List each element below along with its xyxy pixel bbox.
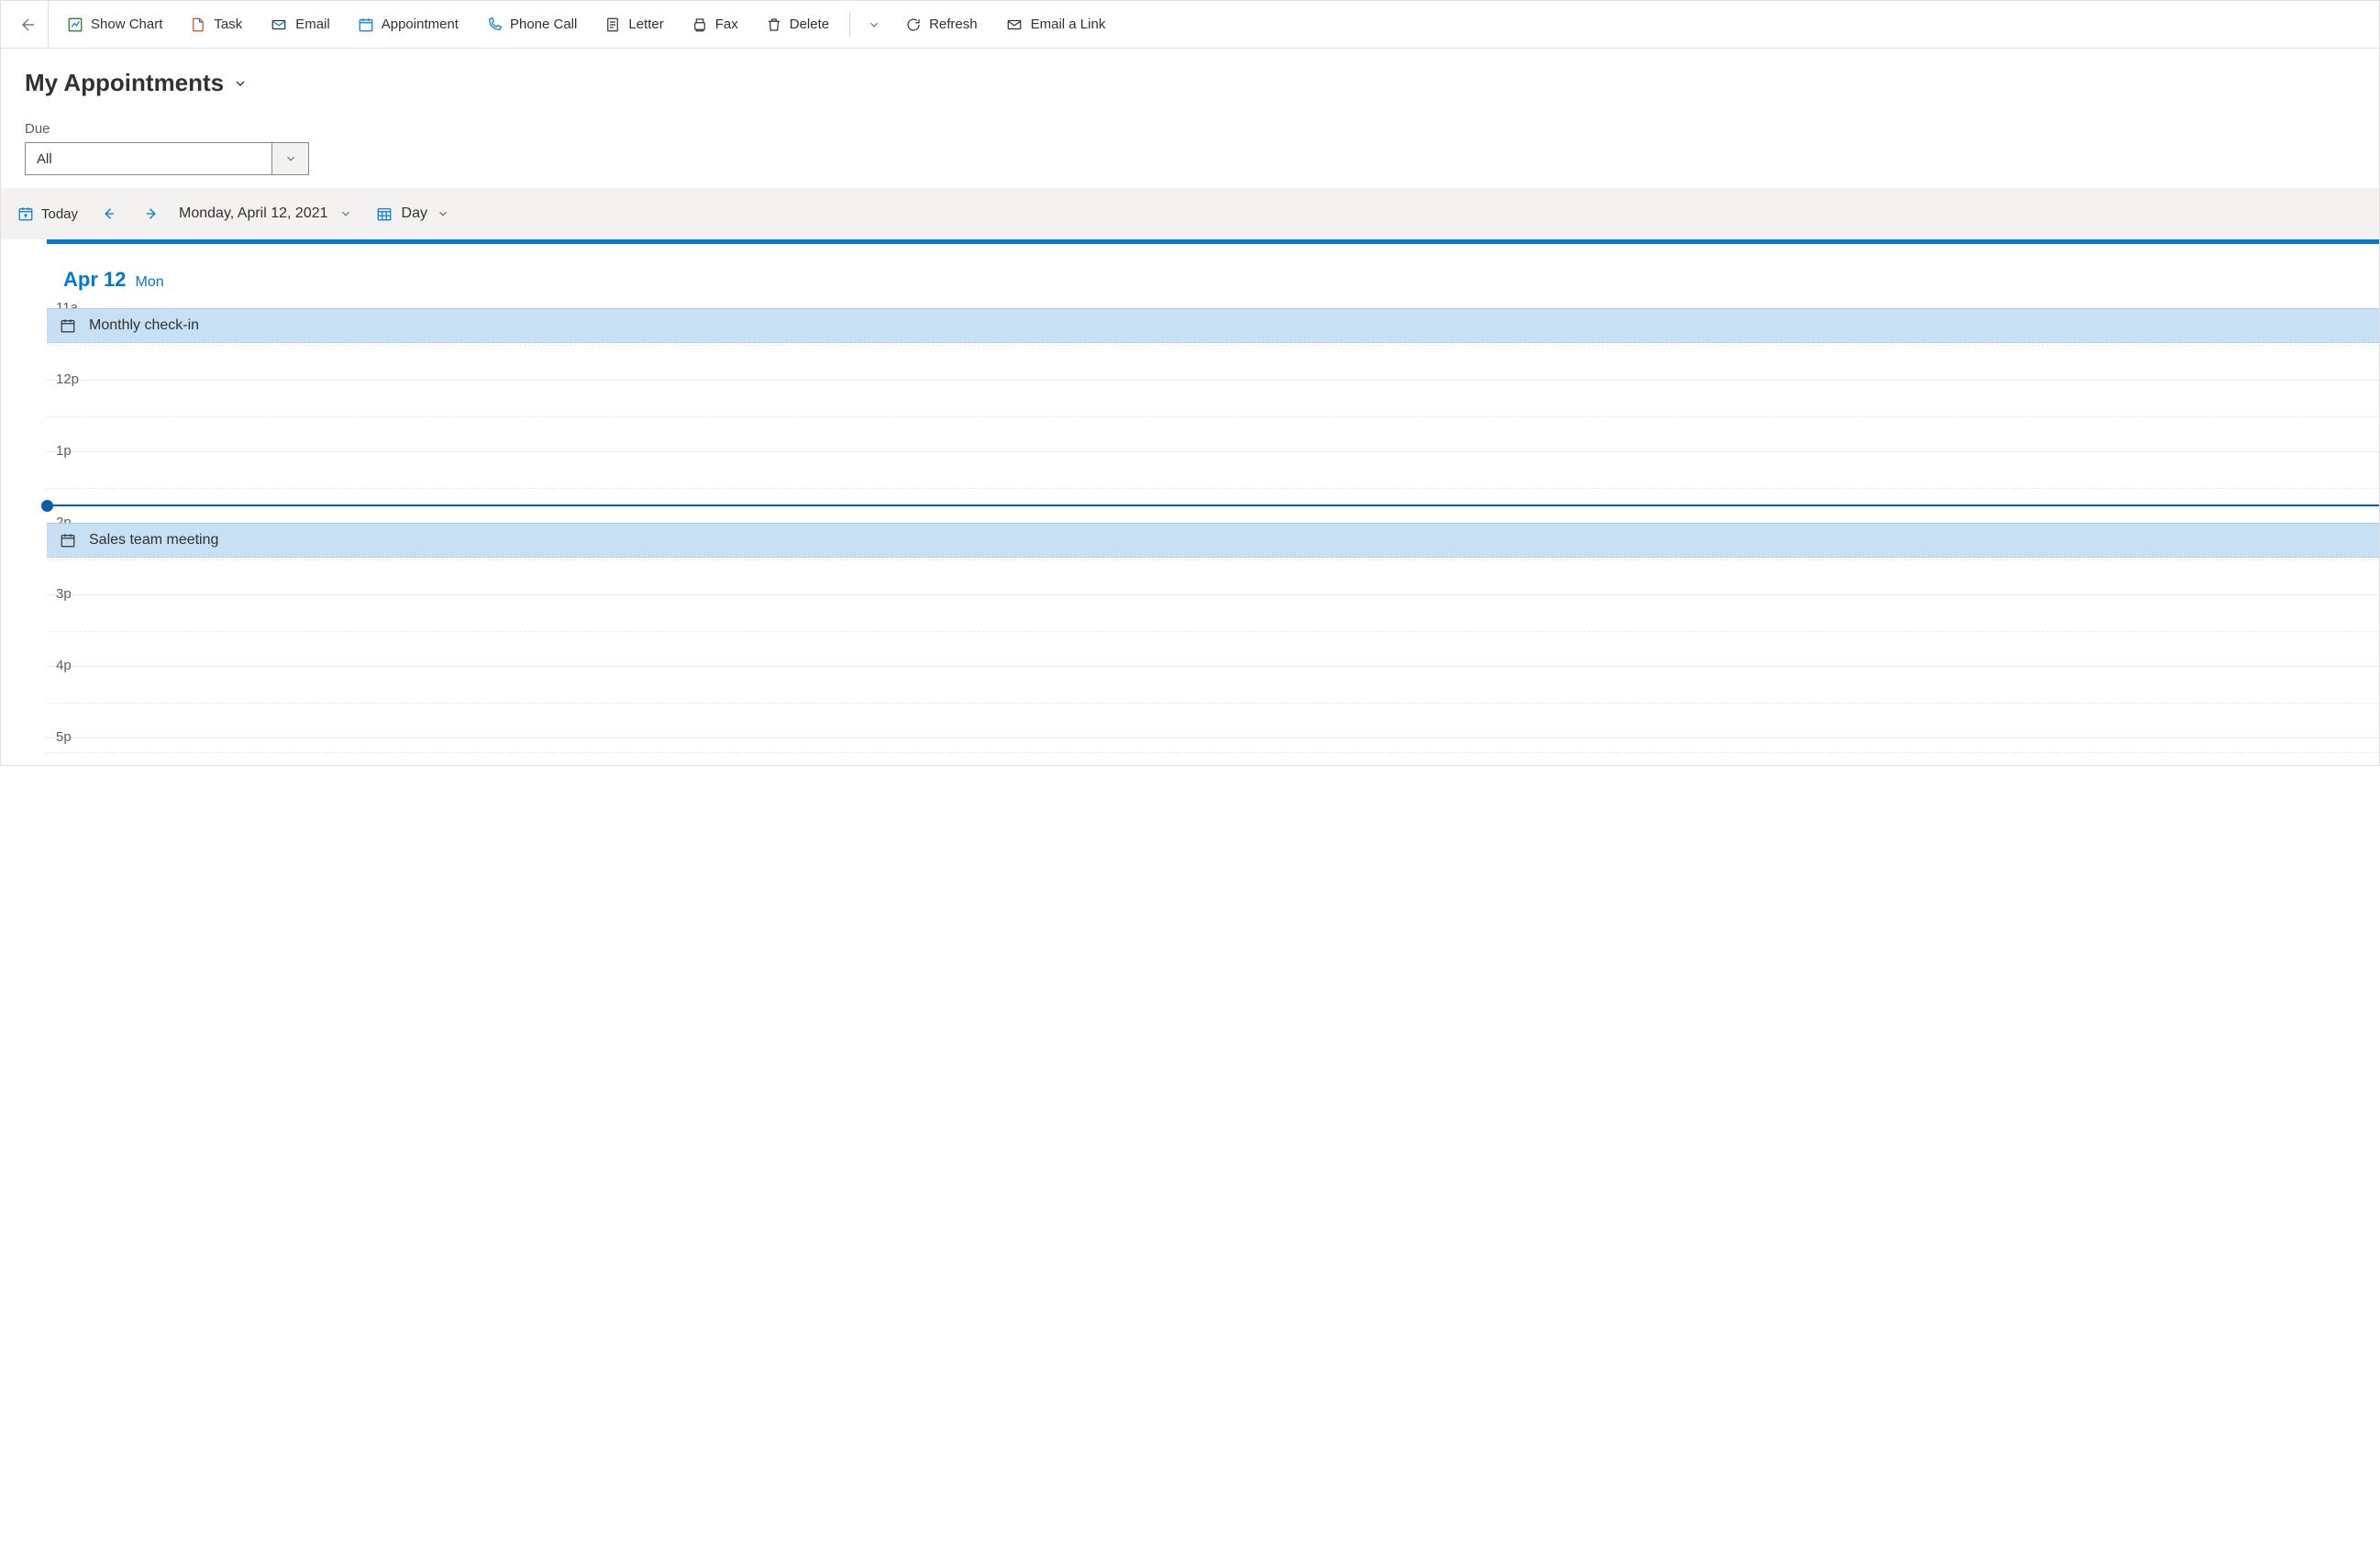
task-label: Task xyxy=(214,17,242,32)
view-title-text: My Appointments xyxy=(25,69,224,97)
hour-row[interactable]: 5p xyxy=(47,737,2379,765)
prev-day-button[interactable] xyxy=(91,197,127,230)
phone-call-label: Phone Call xyxy=(510,17,577,32)
overflow-button[interactable] xyxy=(861,10,887,39)
refresh-label: Refresh xyxy=(929,17,978,32)
hour-label: 1p xyxy=(56,443,72,459)
delete-label: Delete xyxy=(790,17,829,32)
day-header-date: Apr 12 xyxy=(63,268,126,292)
calendar-today-icon xyxy=(17,205,34,222)
email-link-icon xyxy=(1005,17,1024,33)
fax-label: Fax xyxy=(715,17,738,32)
view-mode-selector[interactable]: Day xyxy=(369,205,457,222)
fax-button[interactable]: Fax xyxy=(682,11,747,39)
hour-label: 4p xyxy=(56,658,72,673)
back-button[interactable] xyxy=(8,1,49,49)
calendar-icon xyxy=(60,532,76,549)
calendar-icon xyxy=(376,205,393,222)
date-label-text: Monday, April 12, 2021 xyxy=(179,205,327,222)
letter-label: Letter xyxy=(628,17,663,32)
hour-row[interactable]: 4p xyxy=(47,666,2379,737)
event-title: Monthly check-in xyxy=(89,317,199,334)
hour-row[interactable]: 12p xyxy=(47,380,2379,451)
next-day-button[interactable] xyxy=(133,197,170,230)
arrow-left-icon xyxy=(101,205,117,222)
task-button[interactable]: Task xyxy=(181,11,251,39)
show-chart-button[interactable]: Show Chart xyxy=(58,11,172,39)
delete-button[interactable]: Delete xyxy=(757,11,838,39)
calendar-icon xyxy=(60,317,76,334)
current-time-dot xyxy=(41,500,53,512)
due-filter-select[interactable]: All xyxy=(25,142,309,175)
arrow-right-icon xyxy=(143,205,160,222)
arrow-left-icon xyxy=(20,17,37,33)
date-picker[interactable]: Monday, April 12, 2021 xyxy=(175,205,362,222)
email-button[interactable]: Email xyxy=(260,11,339,39)
letter-button[interactable]: Letter xyxy=(595,11,672,39)
command-bar: Show Chart Task Email Appointment Phone … xyxy=(1,1,2379,49)
refresh-icon xyxy=(905,17,922,33)
toolbar-separator xyxy=(849,13,850,37)
chart-icon xyxy=(67,17,83,33)
due-filter-value: All xyxy=(26,151,63,167)
event-title: Sales team meeting xyxy=(89,532,218,549)
day-header: Apr 12 Mon xyxy=(1,244,2379,308)
phone-icon xyxy=(486,17,503,33)
view-selector[interactable]: My Appointments xyxy=(25,69,2355,97)
today-label: Today xyxy=(41,206,78,222)
email-label: Email xyxy=(295,17,330,32)
email-link-button[interactable]: Email a Link xyxy=(996,11,1115,39)
calendar-grid[interactable]: 11a 12p 1p 2p 3p 4p 5p Monthly c xyxy=(1,308,2379,765)
hour-row[interactable]: 1p xyxy=(47,451,2379,523)
today-button[interactable]: Today xyxy=(10,200,85,227)
email-icon xyxy=(270,17,288,33)
calendar-event[interactable]: Sales team meeting xyxy=(47,523,2379,558)
due-filter-label: Due xyxy=(25,121,2355,137)
chevron-down-icon xyxy=(339,207,352,220)
letter-icon xyxy=(604,17,621,33)
task-icon xyxy=(190,17,206,33)
appointment-button[interactable]: Appointment xyxy=(349,11,468,39)
day-header-day: Mon xyxy=(135,274,163,291)
show-chart-label: Show Chart xyxy=(91,17,162,32)
calendar-icon xyxy=(358,17,374,33)
appointment-label: Appointment xyxy=(382,17,459,32)
chevron-down-icon xyxy=(437,207,449,220)
hour-row[interactable]: 3p xyxy=(47,594,2379,666)
hour-label: 12p xyxy=(56,371,79,387)
chevron-down-icon xyxy=(868,18,880,31)
current-time-indicator xyxy=(47,504,2379,506)
chevron-down-icon xyxy=(233,76,248,91)
email-link-label: Email a Link xyxy=(1031,17,1106,32)
trash-icon xyxy=(766,17,782,33)
refresh-button[interactable]: Refresh xyxy=(896,11,987,39)
phone-call-button[interactable]: Phone Call xyxy=(477,11,586,39)
calendar-event[interactable]: Monthly check-in xyxy=(47,308,2379,343)
due-filter-chevron xyxy=(271,143,308,174)
view-mode-label: Day xyxy=(402,205,427,222)
date-nav-bar: Today Monday, April 12, 2021 Day xyxy=(1,188,2379,239)
fax-icon xyxy=(692,17,708,33)
chevron-down-icon xyxy=(284,152,297,165)
hour-label: 5p xyxy=(56,729,72,745)
hour-label: 3p xyxy=(56,586,72,602)
